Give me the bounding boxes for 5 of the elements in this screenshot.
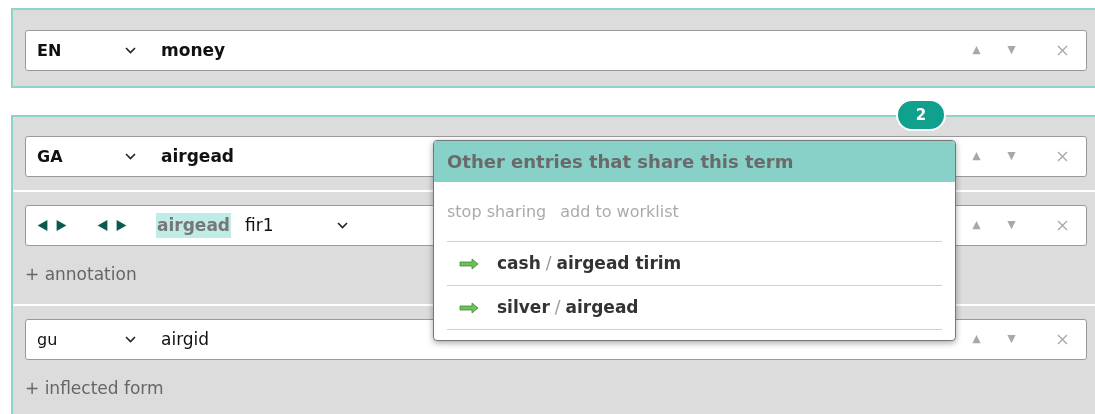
popup-title: Other entries that share this term [447,150,794,174]
term-text: airgead [161,144,235,168]
highlighted-term: airgead [156,212,232,239]
term-text: airgid [161,327,210,351]
term-text: money [161,38,226,62]
